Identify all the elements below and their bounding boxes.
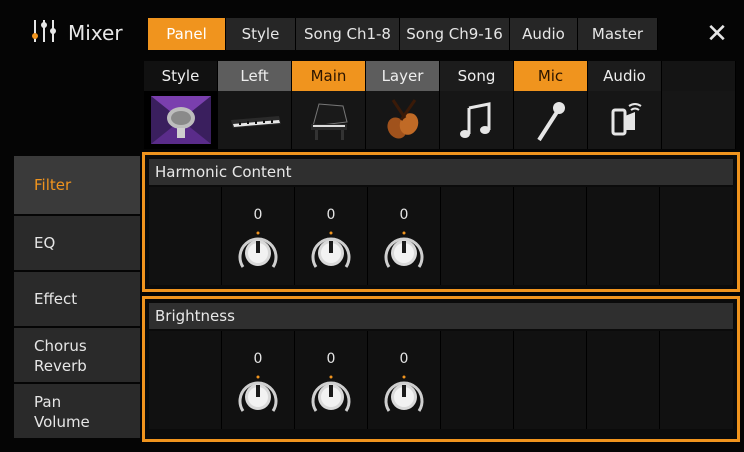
part-main[interactable]: Main [292,61,366,91]
grand-piano-icon[interactable] [292,91,366,149]
knob-cell-empty [660,331,733,429]
knob-cell-empty [514,331,587,429]
tab-song-ch1-8[interactable]: Song Ch1-8 [296,18,400,50]
tab-song-ch9-16[interactable]: Song Ch9-16 [400,18,510,50]
knob-dial[interactable] [381,229,427,275]
category-menu: Filter EQ Effect Chorus Reverb Pan Volum… [14,156,140,440]
knob-cell-layer: 0 [368,331,441,429]
section-title: Harmonic Content [149,159,733,185]
category-eq[interactable]: EQ [14,216,140,272]
mixer-sliders-icon [30,17,58,49]
part-mic[interactable]: Mic [514,61,588,91]
category-effect[interactable]: Effect [14,272,140,328]
harmonic-content-section: Harmonic Content 0 0 0 [142,152,740,292]
knob-row: 0 0 0 [149,331,733,429]
knob-cell-main: 0 [295,187,368,285]
part-left[interactable]: Left [218,61,292,91]
knob-value: 0 [253,351,263,367]
tab-audio[interactable]: Audio [510,18,578,50]
category-chorus-reverb[interactable]: Chorus Reverb [14,328,140,384]
part-song[interactable]: Song [440,61,514,91]
knob-cell-empty [441,331,514,429]
knob-cell-empty [514,187,587,285]
part-layer[interactable]: Layer [366,61,440,91]
close-icon: ✕ [706,19,728,49]
knob-cell-left: 0 [222,187,295,285]
knob-value: 0 [326,351,336,367]
audio-device-icon[interactable] [588,91,662,149]
knob-cell-empty [587,331,660,429]
knob-dial[interactable] [235,229,281,275]
part-selector-row: Style Left Main Layer Song Mic Audio [144,61,736,91]
part-empty [662,61,736,91]
part-icon-row [144,91,736,149]
knob-row: 0 0 0 [149,187,733,285]
knob-value: 0 [399,351,409,367]
brightness-section: Brightness 0 0 0 [142,296,740,442]
tab-master[interactable]: Master [578,18,658,50]
part-audio[interactable]: Audio [588,61,662,91]
knob-cell-left: 0 [222,331,295,429]
tab-style[interactable]: Style [226,18,296,50]
category-pan-volume[interactable]: Pan Volume [14,384,140,440]
keyboard-icon[interactable] [218,91,292,149]
knob-cell-layer: 0 [368,187,441,285]
knob-dial[interactable] [381,373,427,419]
page-title: Mixer [68,21,123,45]
knob-value: 0 [253,207,263,223]
mixer-window: Mixer Panel Style Song Ch1-8 Song Ch9-16… [0,0,744,452]
knob-cell-empty [149,187,222,285]
top-tab-bar: Panel Style Song Ch1-8 Song Ch9-16 Audio… [148,18,658,50]
knob-dial[interactable] [235,373,281,419]
category-filter[interactable]: Filter [14,156,140,216]
knob-cell-empty [660,187,733,285]
knob-dial[interactable] [308,373,354,419]
section-title: Brightness [149,303,733,329]
violins-icon[interactable] [366,91,440,149]
empty-part-icon [662,91,736,149]
close-button[interactable]: ✕ [692,18,742,50]
knob-value: 0 [399,207,409,223]
microphone-stage-icon[interactable] [144,91,218,149]
knob-cell-empty [441,187,514,285]
tab-panel[interactable]: Panel [148,18,226,50]
music-note-icon[interactable] [440,91,514,149]
knob-cell-empty [587,187,660,285]
knob-cell-main: 0 [295,331,368,429]
knob-dial[interactable] [308,229,354,275]
knob-value: 0 [326,207,336,223]
knob-cell-empty [149,331,222,429]
microphone-icon[interactable] [514,91,588,149]
title-area: Mixer [0,0,144,66]
part-label-style: Style [144,61,218,91]
